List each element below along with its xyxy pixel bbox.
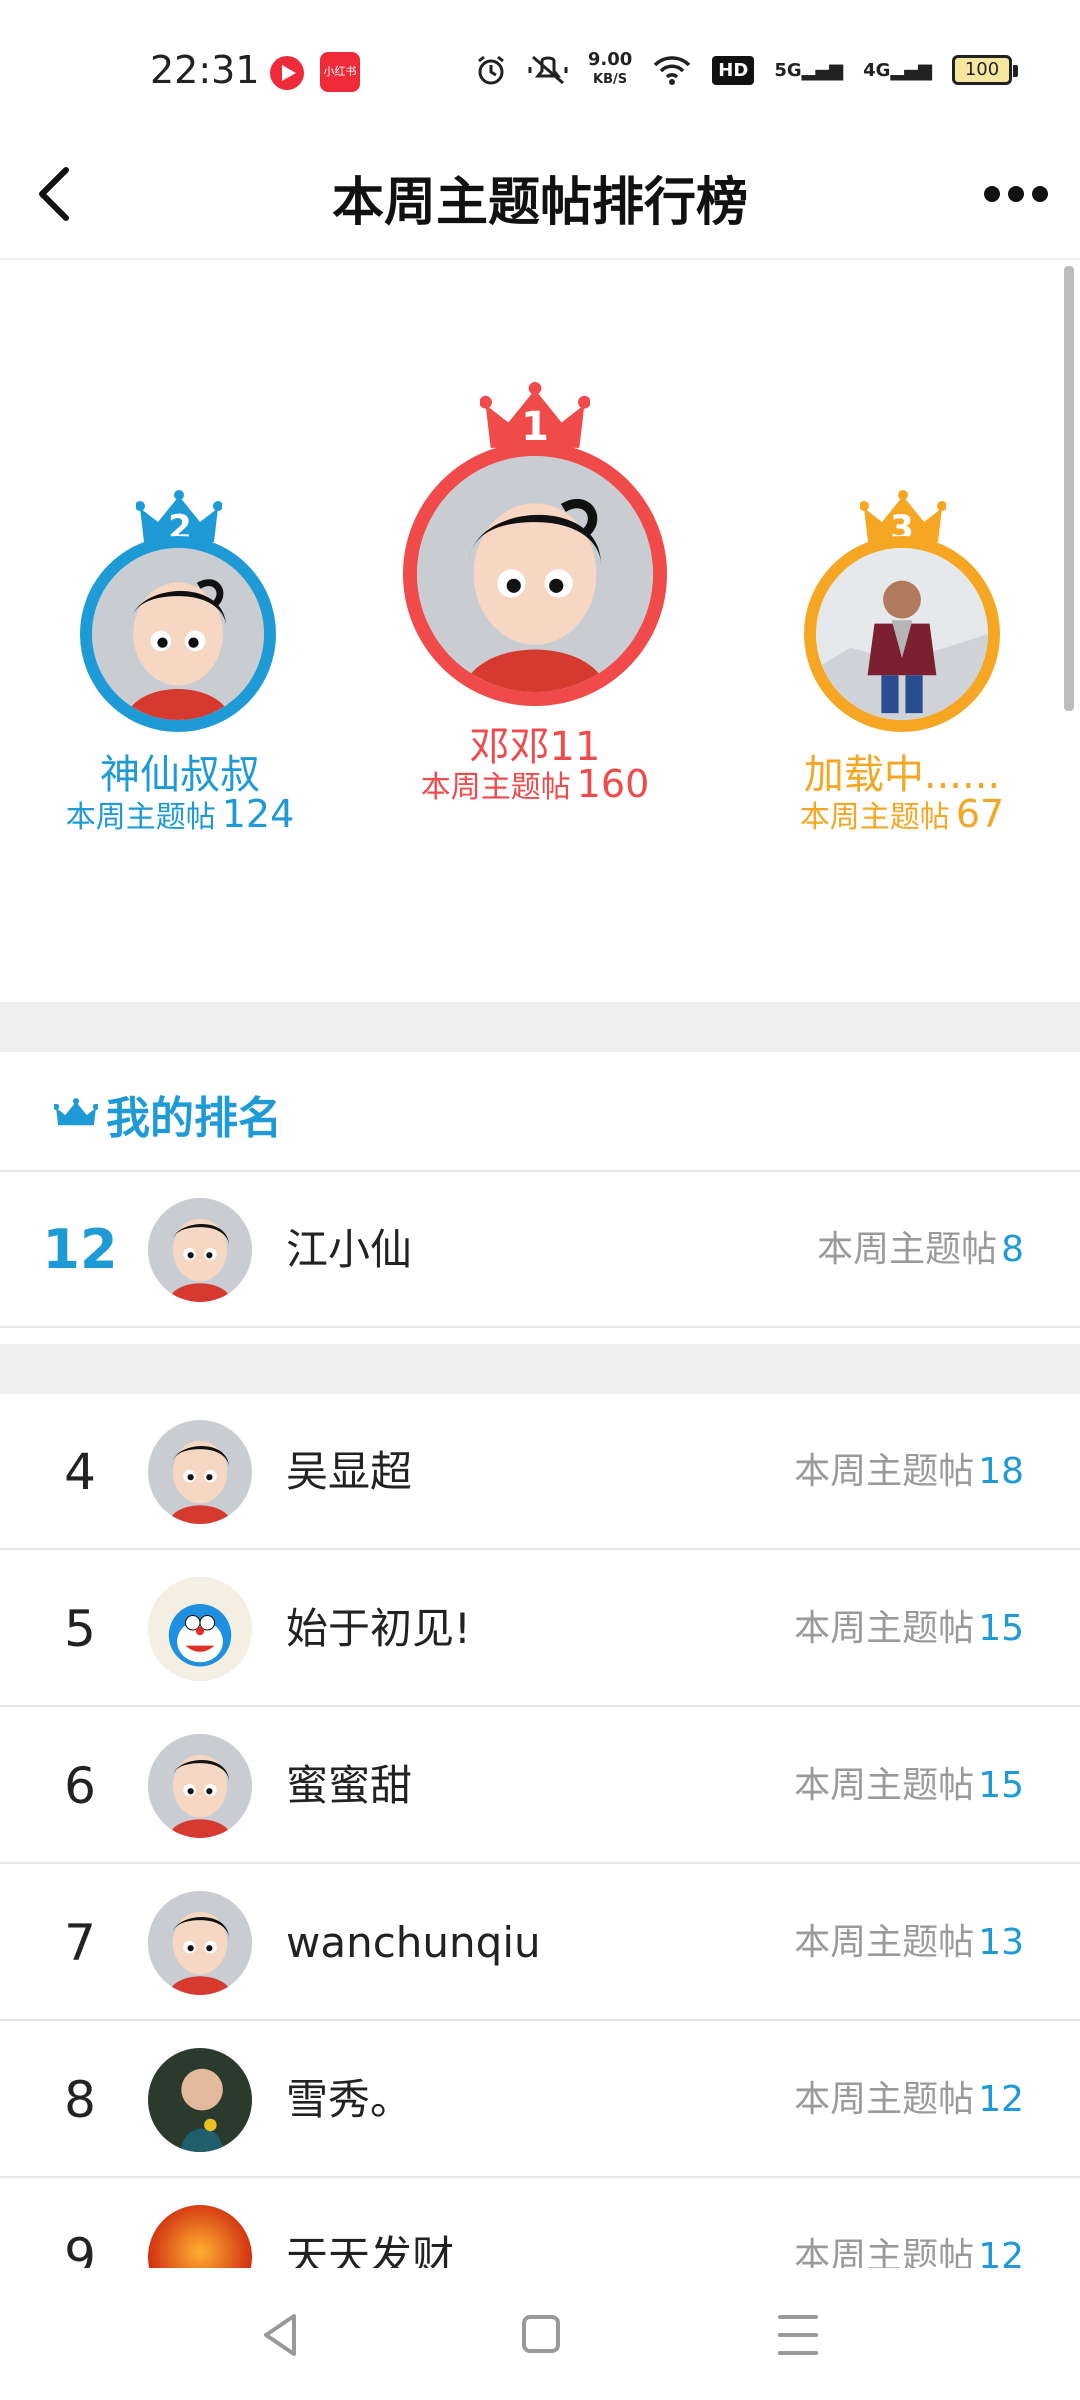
user-name: 江小仙 (286, 1225, 413, 1274)
scrollbar[interactable] (1064, 266, 1074, 711)
podium-third[interactable]: 3 加载中...... 本周主题帖 67 (762, 490, 1042, 836)
podium-count: 本周主题帖 67 (799, 792, 1005, 836)
rank-number: 5 (64, 1600, 96, 1658)
post-count: 本周主题帖 18 (794, 1451, 1024, 1492)
avatar (148, 1198, 252, 1302)
post-count: 本周主题帖 15 (794, 1765, 1024, 1806)
rank-number: 12 (42, 1218, 118, 1281)
post-count: 本周主题帖 12 (794, 2236, 1024, 2268)
avatar (148, 1577, 252, 1681)
podium: 2 神仙叔叔 本周主题帖 124 1 邓邓11 本周主题帖 160 3 加载中...… (0, 262, 1080, 1002)
user-name: wanchunqiu (286, 1918, 541, 1967)
video-app-icon (270, 56, 304, 90)
crown-icon (54, 1098, 98, 1126)
list-item[interactable]: 9 天天发财 本周主题帖 12 (0, 2179, 1080, 2268)
post-count: 本周主题帖 8 (817, 1229, 1024, 1270)
list-item[interactable]: 5 始于初见! 本周主题帖 15 (0, 1551, 1080, 1707)
signal-4g-icon: 4G▂▄▆ (863, 59, 932, 81)
avatar (148, 1734, 252, 1838)
user-name: 天天发财 (286, 2232, 455, 2268)
podium-first[interactable]: 1 邓邓11 本周主题帖 160 (380, 382, 690, 806)
post-count: 本周主题帖 12 (794, 2079, 1024, 2120)
nav-home-button[interactable] (500, 2300, 580, 2370)
wifi-icon (654, 56, 691, 85)
status-time: 22:31 (150, 48, 260, 92)
post-count: 本周主题帖 13 (794, 1922, 1024, 1963)
menu-lines-icon (778, 2315, 818, 2355)
triangle-back-icon (264, 2314, 296, 2356)
rank-number: 8 (64, 2071, 96, 2129)
list-item[interactable]: 8 雪秀。 本周主题帖 12 (0, 2022, 1080, 2178)
rank-number: 4 (64, 1443, 96, 1501)
page-title: 本周主题帖排行榜 (331, 173, 748, 233)
avatar (148, 1891, 252, 1995)
user-name: 吴显超 (286, 1447, 413, 1496)
section-divider (0, 1344, 1080, 1394)
avatar (148, 1420, 252, 1524)
status-bar: 22:31 小红书 9.00 KB/S HD 5G▂▄▆ 4G▂▄▆ 100 (0, 0, 1080, 130)
section-divider (0, 1002, 1080, 1052)
nav-menu-button[interactable] (758, 2300, 838, 2370)
square-home-icon (522, 2315, 560, 2353)
avatar (148, 2048, 252, 2152)
system-nav-bar (0, 2268, 1080, 2400)
more-button[interactable] (976, 174, 1056, 214)
my-rank-heading: 我的排名 (106, 1093, 282, 1144)
mute-icon (528, 55, 568, 85)
post-count: 本周主题帖 15 (794, 1608, 1024, 1649)
alarm-icon (477, 55, 504, 85)
rank-number: 6 (64, 1757, 96, 1815)
my-rank-title: 我的排名 (54, 1082, 282, 1146)
rank-number: 9 (64, 2228, 96, 2268)
xiaohongshu-app-icon: 小红书 (320, 52, 360, 92)
user-name: 蜜蜜甜 (286, 1761, 413, 1810)
battery-icon: 100 (952, 55, 1018, 85)
more-dots-icon (984, 186, 1048, 202)
rank-number: 7 (64, 1914, 96, 1972)
avatar (403, 442, 667, 706)
podium-second[interactable]: 2 神仙叔叔 本周主题帖 124 (40, 490, 320, 836)
podium-count: 本周主题帖 160 (420, 762, 650, 806)
avatar (148, 2205, 252, 2268)
user-name: 始于初见! (286, 1604, 471, 1653)
list-item[interactable]: 7 wanchunqiu 本周主题帖 13 (0, 1865, 1080, 2021)
avatar (80, 536, 276, 732)
nav-back-button[interactable] (240, 2300, 320, 2370)
network-speed: 9.00 KB/S (587, 49, 633, 88)
hd-badge: HD (712, 55, 755, 85)
list-item[interactable]: 6 蜜蜜甜 本周主题帖 15 (0, 1708, 1080, 1864)
avatar (804, 536, 1000, 732)
page-header: 本周主题帖排行榜 (0, 130, 1080, 260)
my-rank-row[interactable]: 12 江小仙 本周主题帖 8 (0, 1172, 1080, 1328)
user-name: 雪秀。 (286, 2075, 413, 2124)
signal-5g-icon: 5G▂▄▆ (774, 59, 844, 81)
podium-count: 本周主题帖 124 (65, 792, 295, 836)
list-item[interactable]: 4 吴显超 本周主题帖 18 (0, 1394, 1080, 1550)
status-icons: 9.00 KB/S HD 5G▂▄▆ 4G▂▄▆ 100 (474, 46, 1018, 94)
